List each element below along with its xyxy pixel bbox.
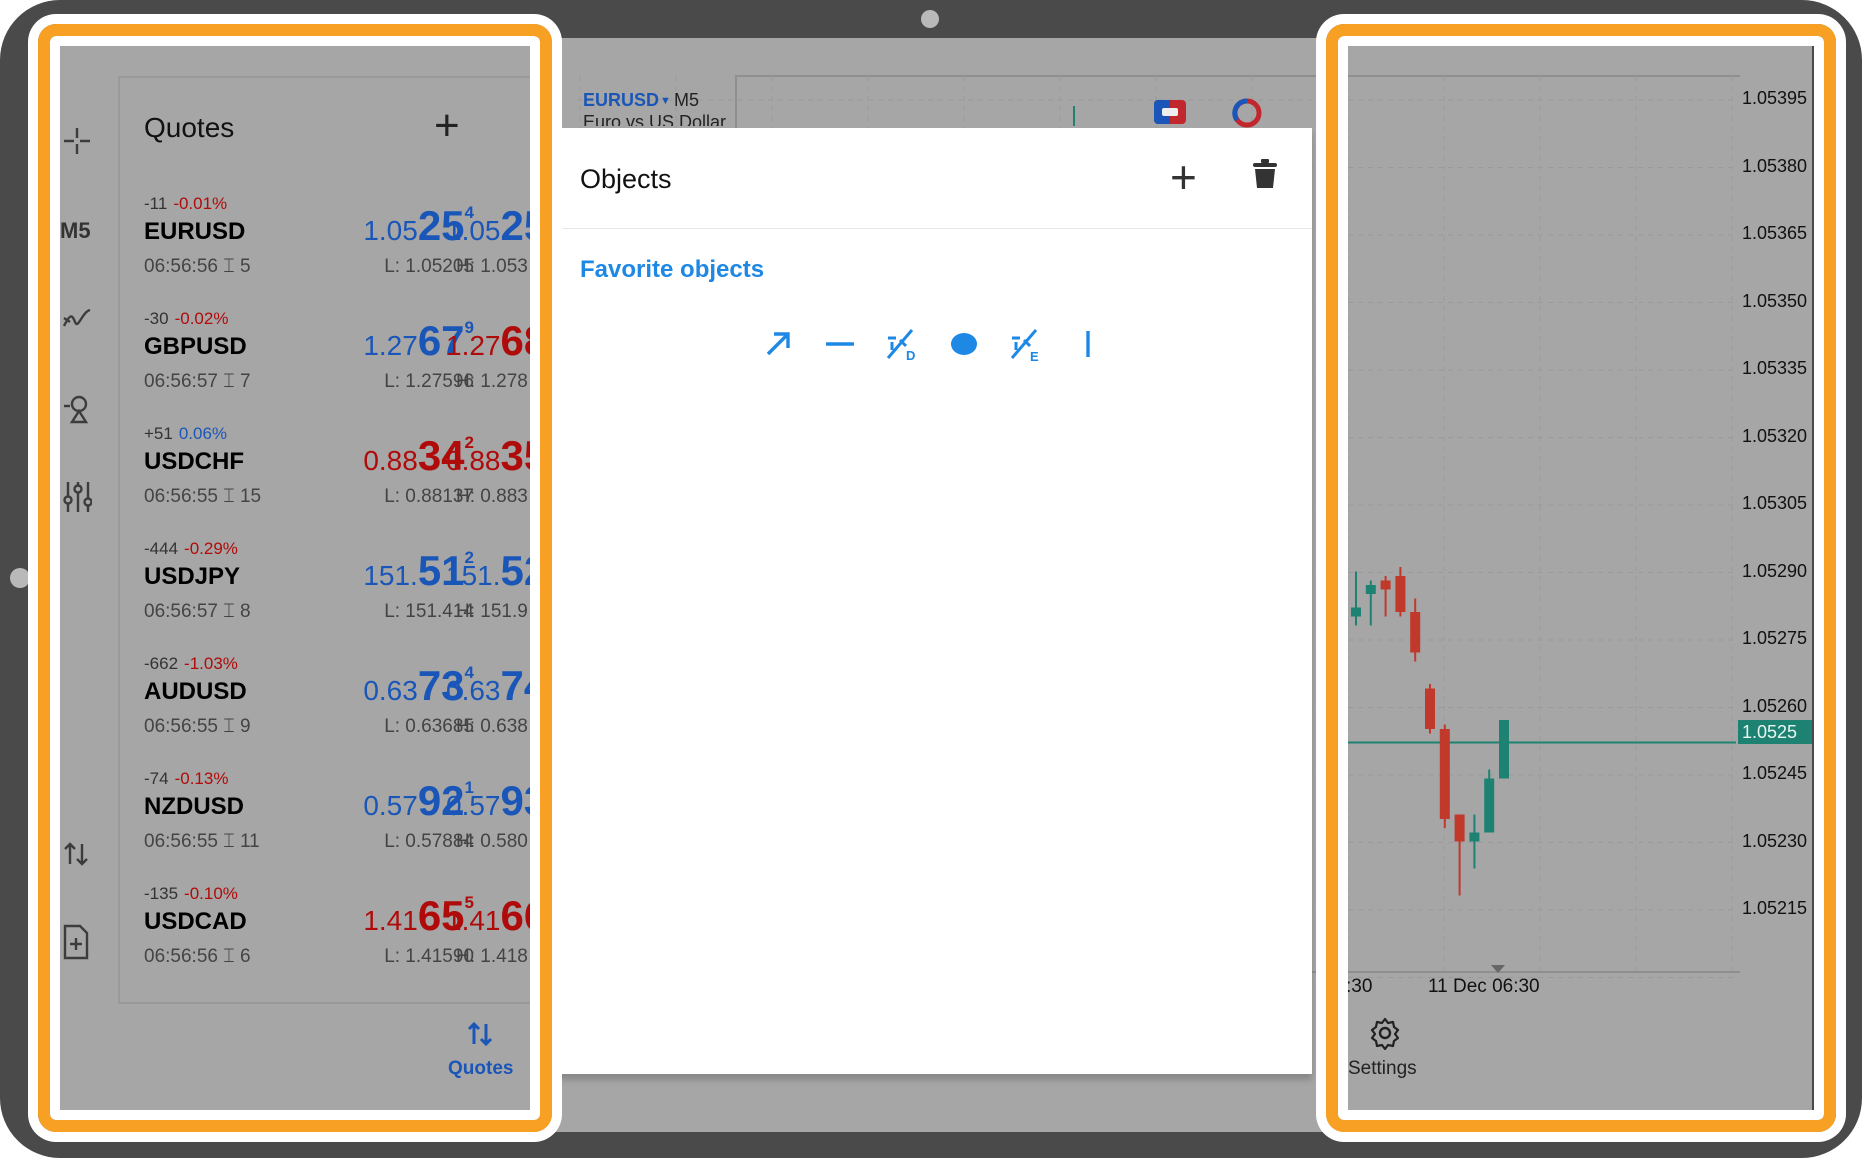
sheet-divider [556,228,1312,229]
side-button [10,568,30,588]
chart-symbol[interactable]: EURUSD [583,90,659,111]
chart-timeframe: M5 [674,90,700,110]
highlight-left-panel [38,24,552,1132]
svg-text:D: D [906,348,915,363]
highlight-right-panel [1326,24,1836,1132]
fibonacci-expansion-icon[interactable]: E [1006,324,1046,364]
market-watch-icon[interactable] [1232,98,1262,128]
symbol-dropdown-icon[interactable]: ▼ [660,95,671,107]
fibonacci-fan-icon[interactable]: D [882,324,922,364]
one-click-trade-icon[interactable] [1154,100,1186,124]
svg-text:E: E [1030,349,1039,364]
objects-title: Objects [580,164,672,194]
chart-subtitle: Euro vs US Dollar [583,112,727,126]
horizontal-line-icon[interactable] [820,324,860,364]
add-object-button[interactable]: + [1170,154,1197,200]
favorite-objects-label: Favorite objects [580,256,765,283]
camera-dot [921,10,939,28]
vertical-line-icon[interactable] [1068,324,1108,364]
ellipse-icon[interactable] [944,324,984,364]
arrow-line-icon[interactable] [758,324,798,364]
objects-panel: Objects + Favorite objects D E [556,128,1312,1074]
trash-icon[interactable] [1252,158,1278,190]
